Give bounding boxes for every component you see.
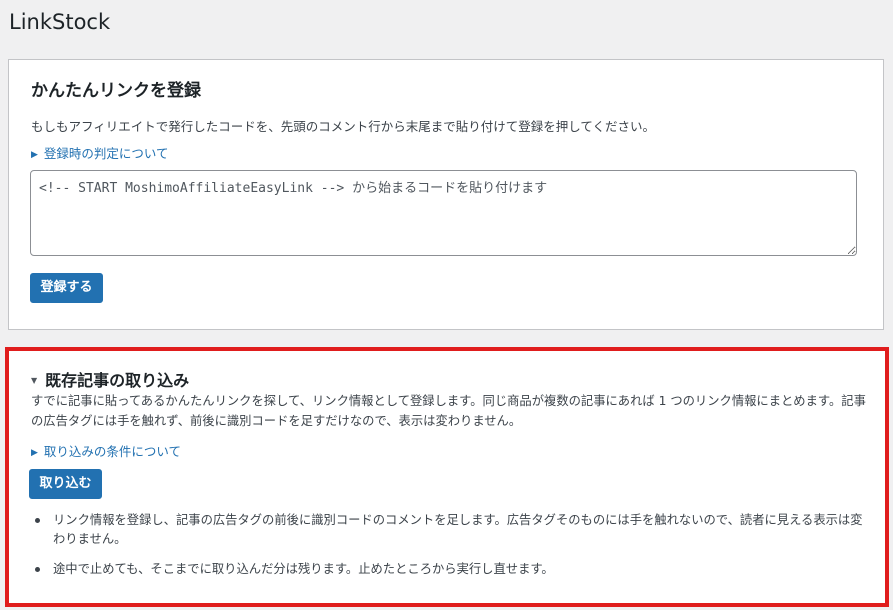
- import-button[interactable]: 取り込む: [29, 469, 102, 499]
- code-input[interactable]: [30, 170, 857, 256]
- bullet-icon: [35, 518, 40, 523]
- judgement-details-toggle[interactable]: ▶ 登録時の判定について: [31, 143, 169, 162]
- import-notes-list: リンク情報を登録し、記事の広告タグの前後に識別コードのコメントを足します。広告タ…: [31, 511, 866, 590]
- bullet-icon: [35, 567, 40, 572]
- judgement-details-label: 登録時の判定について: [43, 146, 169, 161]
- note-text: リンク情報を登録し、記事の広告タグの前後に識別コードのコメントを足します。広告タ…: [53, 513, 863, 546]
- import-existing-panel: ▼ 既存記事の取り込み すでに記事に貼ってあるかんたんリンクを探して、リンク情報と…: [5, 347, 889, 607]
- triangle-right-icon: ▶: [31, 448, 38, 458]
- import-conditions-label: 取り込みの条件について: [43, 444, 182, 459]
- list-item: 途中で止めても、そこまでに取り込んだ分は残ります。止めたところから実行し直せます…: [31, 560, 866, 579]
- import-existing-heading: 既存記事の取り込み: [45, 371, 190, 390]
- list-item: リンク情報を登録し、記事の広告タグの前後に識別コードのコメントを足します。広告タ…: [31, 511, 866, 549]
- easy-link-panel: かんたんリンクを登録 もしもアフィリエイトで発行したコードを、先頭のコメント行か…: [8, 59, 884, 330]
- page-title: LinkStock: [9, 10, 111, 34]
- easy-link-heading: かんたんリンクを登録: [31, 81, 201, 101]
- import-existing-toggle[interactable]: ▼ 既存記事の取り込み: [31, 367, 189, 391]
- import-existing-description: すでに記事に貼ってあるかんたんリンクを探して、リンク情報として登録します。同じ商…: [31, 394, 866, 428]
- import-conditions-toggle[interactable]: ▶ 取り込みの条件について: [31, 441, 181, 460]
- triangle-right-icon: ▶: [31, 150, 38, 160]
- register-button[interactable]: 登録する: [30, 273, 103, 303]
- note-text: 途中で止めても、そこまでに取り込んだ分は残ります。止めたところから実行し直せます…: [53, 562, 554, 576]
- triangle-down-icon: ▼: [31, 376, 38, 385]
- easy-link-description: もしもアフィリエイトで発行したコードを、先頭のコメント行から末尾まで貼り付けて登…: [31, 119, 656, 134]
